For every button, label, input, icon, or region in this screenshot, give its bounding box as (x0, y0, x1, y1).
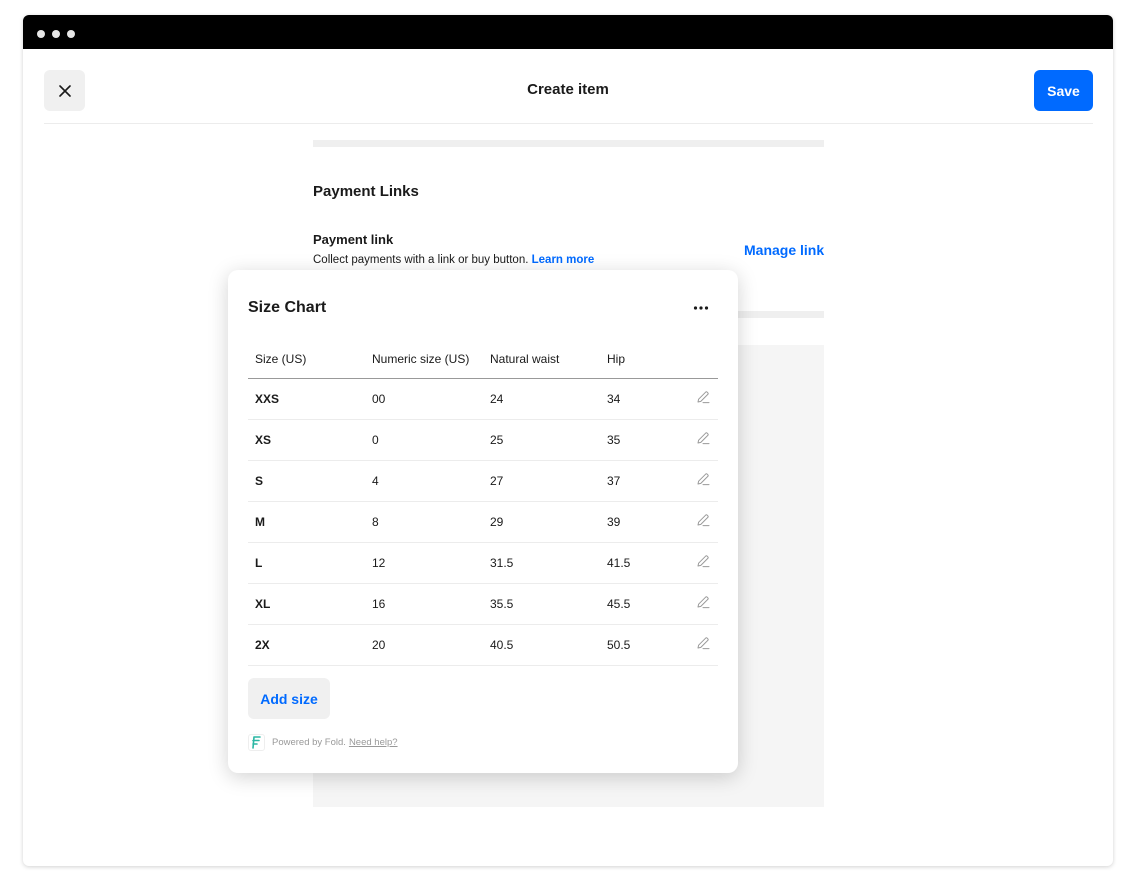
hip-cell: 50.5 (600, 624, 671, 666)
save-button[interactable]: Save (1034, 70, 1093, 111)
pencil-icon (696, 637, 710, 653)
table-row: S 4 27 37 (248, 460, 718, 502)
hip-cell: 37 (600, 460, 671, 502)
payment-link-description: Collect payments with a link or buy butt… (313, 254, 594, 266)
add-size-button[interactable]: Add size (248, 678, 330, 719)
window-dot (52, 30, 60, 38)
numeric-cell: 12 (365, 542, 483, 584)
waist-cell: 25 (483, 419, 600, 461)
column-header: Size (US) (248, 340, 365, 379)
learn-more-link[interactable]: Learn more (532, 254, 595, 266)
pencil-icon (696, 473, 710, 489)
edit-row-button[interactable] (671, 378, 718, 420)
table-row: XL 16 35.5 45.5 (248, 583, 718, 625)
pencil-icon (696, 555, 710, 571)
pencil-icon (696, 432, 710, 448)
size-chart-modal: Size Chart Size (US) Numeric size (US) N… (228, 270, 738, 773)
hip-cell: 41.5 (600, 542, 671, 584)
column-header: Hip (600, 340, 671, 379)
size-cell: M (248, 501, 365, 543)
payment-links-title: Payment Links (313, 183, 419, 200)
more-icon (693, 306, 709, 310)
numeric-cell: 00 (365, 378, 483, 420)
size-cell: L (248, 542, 365, 584)
powered-by-footer: Powered by Fold. Need help? (248, 734, 398, 751)
size-cell: XS (248, 419, 365, 461)
numeric-cell: 0 (365, 419, 483, 461)
waist-cell: 29 (483, 501, 600, 543)
pencil-icon (696, 514, 710, 530)
table-row: 2X 20 40.5 50.5 (248, 624, 718, 666)
column-header-empty (671, 340, 718, 379)
column-header: Natural waist (483, 340, 600, 379)
hip-cell: 34 (600, 378, 671, 420)
size-table-body: XXS 00 24 34 XS 0 25 35 S 4 27 37 M 8 29 39 L 12 31.5 41.5 X… (248, 378, 718, 666)
waist-cell: 35.5 (483, 583, 600, 625)
numeric-cell: 4 (365, 460, 483, 502)
table-header-row: Size (US) Numeric size (US) Natural wais… (248, 340, 718, 379)
payment-link-label: Payment link (313, 232, 394, 247)
table-row: L 12 31.5 41.5 (248, 542, 718, 584)
edit-row-button[interactable] (671, 624, 718, 666)
section-divider (313, 140, 824, 147)
more-options-button[interactable] (688, 298, 714, 318)
hip-cell: 35 (600, 419, 671, 461)
powered-by-text: Powered by Fold. (272, 737, 346, 748)
header-divider (44, 123, 1093, 124)
size-cell: S (248, 460, 365, 502)
size-chart-title: Size Chart (248, 299, 327, 316)
pencil-icon (696, 596, 710, 612)
waist-cell: 24 (483, 378, 600, 420)
column-header: Numeric size (US) (365, 340, 483, 379)
window-dot (37, 30, 45, 38)
numeric-cell: 20 (365, 624, 483, 666)
numeric-cell: 16 (365, 583, 483, 625)
pencil-icon (696, 391, 710, 407)
edit-row-button[interactable] (671, 501, 718, 543)
waist-cell: 40.5 (483, 624, 600, 666)
need-help-link[interactable]: Need help? (349, 737, 398, 748)
page-title: Create item (527, 81, 609, 98)
edit-row-button[interactable] (671, 419, 718, 461)
numeric-cell: 8 (365, 501, 483, 543)
fold-logo-icon (248, 734, 265, 751)
size-chart-table: Size (US) Numeric size (US) Natural wais… (248, 340, 718, 666)
hip-cell: 45.5 (600, 583, 671, 625)
waist-cell: 31.5 (483, 542, 600, 584)
window-dot (67, 30, 75, 38)
table-row: M 8 29 39 (248, 501, 718, 543)
window-titlebar (23, 15, 1113, 49)
edit-row-button[interactable] (671, 460, 718, 502)
size-cell: XXS (248, 378, 365, 420)
table-row: XXS 00 24 34 (248, 378, 718, 420)
manage-link[interactable]: Manage link (744, 242, 824, 258)
edit-row-button[interactable] (671, 583, 718, 625)
edit-row-button[interactable] (671, 542, 718, 584)
size-cell: XL (248, 583, 365, 625)
hip-cell: 39 (600, 501, 671, 543)
payment-link-description-text: Collect payments with a link or buy butt… (313, 254, 529, 266)
size-cell: 2X (248, 624, 365, 666)
waist-cell: 27 (483, 460, 600, 502)
table-row: XS 0 25 35 (248, 419, 718, 461)
